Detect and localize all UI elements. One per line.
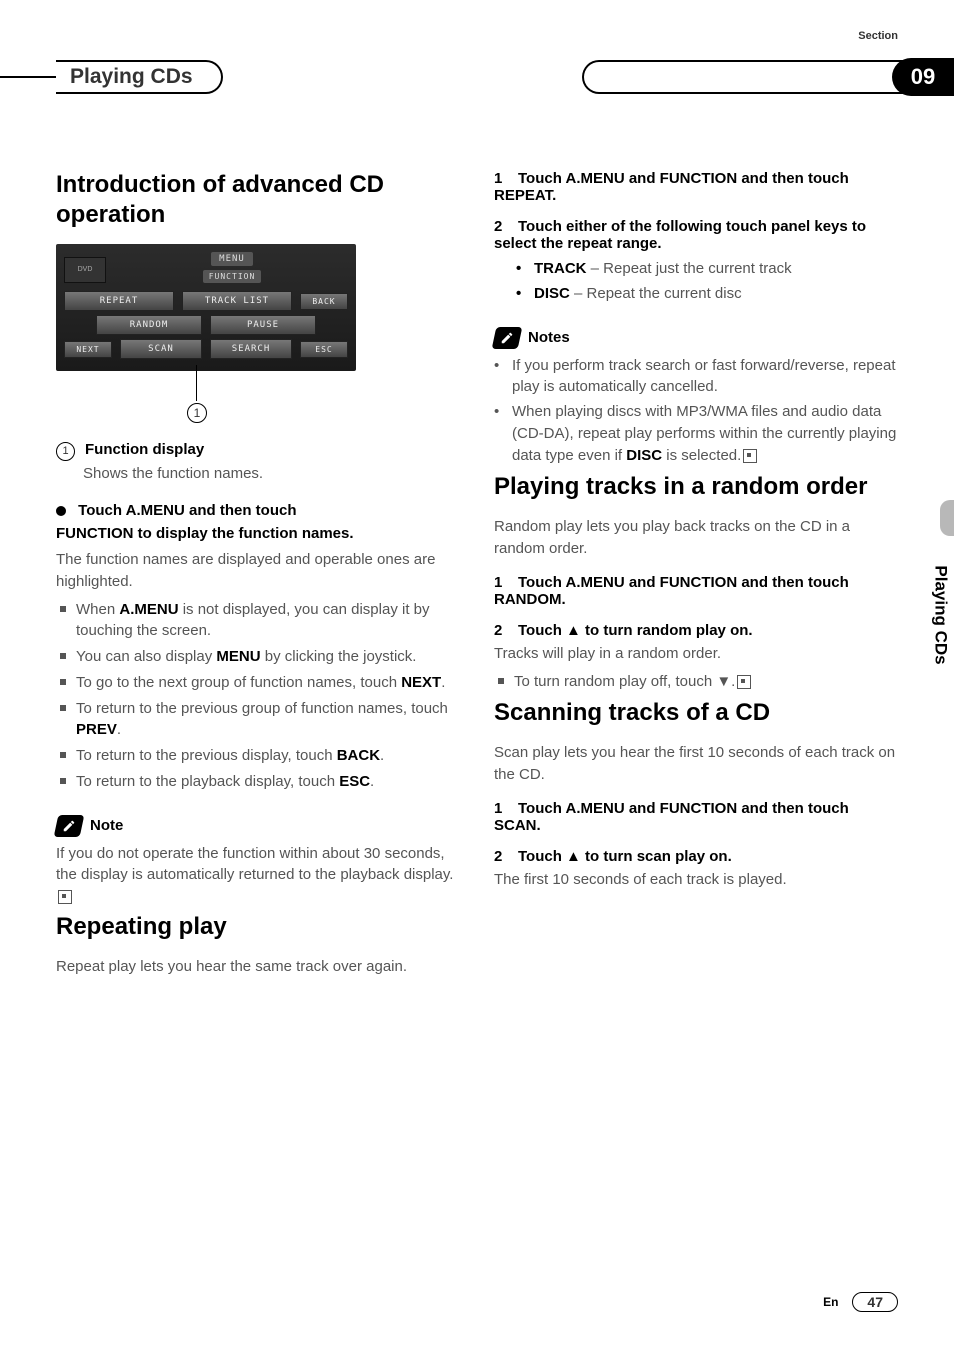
notes-label: Notes xyxy=(528,329,570,346)
definition-description: Shows the function names. xyxy=(83,465,460,482)
list-item: TRACK – Repeat just the current track xyxy=(516,258,898,280)
callout-line xyxy=(196,365,197,401)
footer-lang: En xyxy=(823,1295,838,1309)
note-pencil-icon xyxy=(492,327,523,349)
list-item: If you perform track search or fast forw… xyxy=(494,355,898,399)
note-block: Note If you do not operate the function … xyxy=(56,815,460,908)
step-scan-1: 1Touch A.MENU and FUNCTION and then touc… xyxy=(494,800,898,834)
definition-label: Function display xyxy=(85,441,204,458)
notes-list: If you perform track search or fast forw… xyxy=(494,355,898,467)
screen-scan-button: SCAN xyxy=(120,339,202,359)
list-item: To turn random play off, touch ▼. xyxy=(494,671,898,693)
scan-body: Scan play lets you hear the first 10 sec… xyxy=(494,742,898,786)
chapter-title: Playing CDs xyxy=(56,60,223,94)
footer-page-number: 47 xyxy=(852,1292,898,1312)
heading-scan: Scanning tracks of a CD xyxy=(494,698,898,728)
note-label: Note xyxy=(90,817,123,834)
list-item: To return to the previous group of funct… xyxy=(56,698,460,742)
step-scan-2: 2Touch ▲ to turn scan play on. xyxy=(494,848,898,865)
end-mark-icon xyxy=(58,890,72,904)
screen-next-button: NEXT xyxy=(64,341,112,358)
circled-number-icon: 1 xyxy=(56,442,75,461)
page-header: Section Playing CDs 09 xyxy=(56,60,898,100)
list-item: To go to the next group of function name… xyxy=(56,672,460,694)
screen-menu-chip: MENU xyxy=(211,252,253,266)
page: Section Playing CDs 09 Introduction of a… xyxy=(0,0,954,1352)
step-repeat-1: 1Touch A.MENU and FUNCTION and then touc… xyxy=(494,170,898,204)
list-item: To return to the previous display, touch… xyxy=(56,745,460,767)
screen-search-button: SEARCH xyxy=(210,339,292,359)
step-repeat-2: 2Touch either of the following touch pan… xyxy=(494,218,898,252)
end-mark-icon xyxy=(737,675,751,689)
list-item: When A.MENU is not displayed, you can di… xyxy=(56,599,460,643)
side-tab-label: Playing CDs xyxy=(931,565,951,664)
screen-random-button: RANDOM xyxy=(96,315,202,335)
device-screenshot: DVD MENU FUNCTION REPEAT TRACK LIST BACK xyxy=(56,244,356,371)
page-footer: En 47 xyxy=(823,1292,898,1312)
random-step2-body: Tracks will play in a random order. xyxy=(494,643,898,665)
right-column: 1Touch A.MENU and FUNCTION and then touc… xyxy=(494,170,898,982)
random-off-list: To turn random play off, touch ▼. xyxy=(494,671,898,693)
screen-esc-button: ESC xyxy=(300,341,348,358)
dvd-icon: DVD xyxy=(64,257,106,283)
heading-repeat: Repeating play xyxy=(56,912,460,942)
side-tab-cap xyxy=(940,500,954,536)
section-number-badge: 09 xyxy=(892,58,954,96)
heading-random: Playing tracks in a random order xyxy=(494,472,898,502)
random-body: Random play lets you play back tracks on… xyxy=(494,516,898,560)
screen-tracklist-button: TRACK LIST xyxy=(182,291,292,311)
repeat-body: Repeat play lets you hear the same track… xyxy=(56,956,460,978)
side-tab: Playing CDs xyxy=(928,540,954,690)
callout-number: 1 xyxy=(187,403,207,423)
notes-block: Notes If you perform track search or fas… xyxy=(494,327,898,467)
list-item: You can also display MENU by clicking th… xyxy=(56,646,460,668)
screen-repeat-button: REPEAT xyxy=(64,291,174,311)
end-mark-icon xyxy=(743,449,757,463)
screen-function-chip: FUNCTION xyxy=(203,270,262,283)
step-random-2: 2Touch ▲ to turn random play on. xyxy=(494,622,898,639)
lead-instruction: Touch A.MENU and then touch xyxy=(56,500,460,522)
scan-step2-body: The first 10 seconds of each track is pl… xyxy=(494,869,898,891)
repeat-options: TRACK – Repeat just the current track DI… xyxy=(516,258,898,305)
chapter-title-pill: Playing CDs xyxy=(0,60,223,94)
step-random-1: 1Touch A.MENU and FUNCTION and then touc… xyxy=(494,574,898,608)
screen-back-button: BACK xyxy=(300,293,348,310)
lead-body: The function names are displayed and ope… xyxy=(56,549,460,593)
bullet-dot-icon xyxy=(56,506,66,516)
left-column: Introduction of advanced CD operation DV… xyxy=(56,170,460,982)
lead-instruction-line2: FUNCTION to display the function names. xyxy=(56,523,460,545)
heading-intro: Introduction of advanced CD operation xyxy=(56,170,460,230)
note-body: If you do not operate the function withi… xyxy=(56,843,460,908)
list-item: DISC – Repeat the current disc xyxy=(516,283,898,305)
screen-pause-button: PAUSE xyxy=(210,315,316,335)
list-item: When playing discs with MP3/WMA files an… xyxy=(494,401,898,466)
definition-item: 1 Function display xyxy=(56,441,460,461)
note-pencil-icon xyxy=(54,815,85,837)
section-label: Section xyxy=(858,30,898,42)
tips-list: When A.MENU is not displayed, you can di… xyxy=(56,599,460,793)
list-item: To return to the playback display, touch… xyxy=(56,771,460,793)
